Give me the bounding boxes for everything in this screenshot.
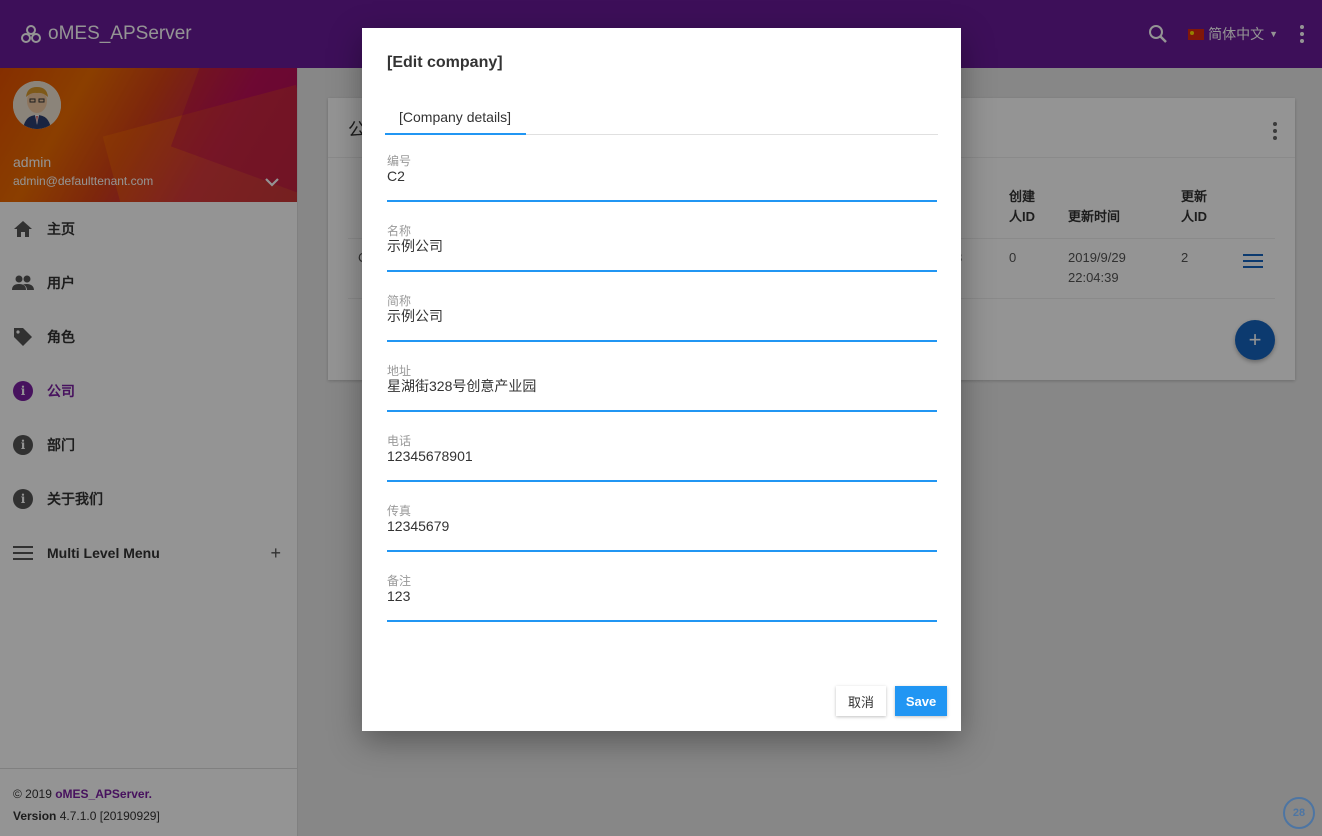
dialog-tabs: [Company details] — [385, 103, 938, 135]
cancel-button[interactable]: 取消 — [836, 686, 886, 716]
remarks-field: 备注 — [387, 572, 937, 622]
field-label: 地址 — [387, 364, 412, 378]
address-input[interactable] — [387, 378, 927, 394]
phone-field: 电话 — [387, 432, 937, 482]
short-name-input[interactable] — [387, 308, 927, 324]
fax-field: 传真 — [387, 502, 937, 552]
tab-company-details[interactable]: [Company details] — [385, 103, 526, 135]
field-label: 备注 — [387, 574, 412, 588]
remarks-input[interactable] — [387, 588, 927, 604]
field-label: 简称 — [387, 294, 412, 308]
name-field: 名称 — [387, 222, 937, 272]
name-input[interactable] — [387, 238, 927, 254]
save-button[interactable]: Save — [895, 686, 947, 716]
short-name-field: 简称 — [387, 292, 937, 342]
field-label: 名称 — [387, 224, 412, 238]
field-label: 传真 — [387, 504, 412, 518]
edit-company-dialog: [Edit company] [Company details] 编号 名称 简… — [362, 28, 961, 731]
code-field: 编号 — [387, 152, 937, 202]
address-field: 地址 — [387, 362, 937, 412]
phone-input[interactable] — [387, 448, 927, 464]
dialog-title: [Edit company] — [387, 54, 503, 71]
field-label: 电话 — [387, 434, 412, 448]
corner-badge[interactable]: 28 — [1283, 797, 1315, 829]
field-label: 编号 — [387, 154, 412, 168]
code-input[interactable] — [387, 168, 927, 184]
fax-input[interactable] — [387, 518, 927, 534]
